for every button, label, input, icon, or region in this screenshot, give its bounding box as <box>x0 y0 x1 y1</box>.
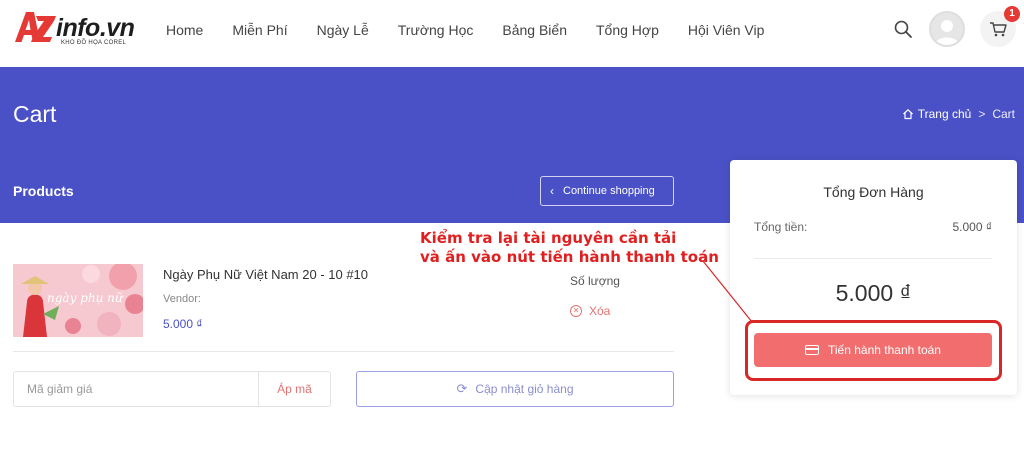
subtotal-label: Tổng tiền: <box>754 220 808 234</box>
cart-count-badge: 1 <box>1004 6 1020 22</box>
logo-text: info.vn <box>56 14 135 42</box>
product-image-text: ngày phụ nữ <box>47 291 124 305</box>
nav-tong-hop[interactable]: Tổng Hợp <box>596 22 659 38</box>
page-title: Cart <box>13 101 57 127</box>
summary-divider <box>754 258 992 259</box>
coupon-form: Áp mã <box>13 371 331 407</box>
annotation-line-2: và ấn vào nút tiến hành thanh toán <box>420 248 719 266</box>
apply-coupon-button[interactable]: Áp mã <box>258 372 330 406</box>
nav-ngay-le[interactable]: Ngày Lễ <box>317 22 369 38</box>
nav-truong-hoc[interactable]: Trường Học <box>398 22 474 38</box>
main-nav: Home Miễn Phí Ngày Lễ Trường Học Bảng Bi… <box>166 22 793 38</box>
logo-subtitle: KHO ĐỒ HỌA COREL <box>61 40 127 46</box>
summary-title: Tổng Đơn Hàng <box>823 184 924 200</box>
breadcrumb-home[interactable]: Trang chủ <box>918 107 972 121</box>
continue-shopping-label: Continue shopping <box>563 185 655 197</box>
remove-item-button[interactable]: ✕ Xóa <box>570 304 610 318</box>
remove-label: Xóa <box>589 304 611 318</box>
avatar[interactable] <box>929 11 965 47</box>
row-divider <box>13 351 674 352</box>
breadcrumb: Trang chủ > Cart <box>902 107 1015 121</box>
annotation-line-1: Kiểm tra lại tài nguyên cần tải <box>420 229 677 247</box>
home-icon <box>902 109 913 120</box>
product-image: ngày phụ nữ <box>13 264 143 337</box>
product-name[interactable]: Ngày Phụ Nữ Việt Nam 20 - 10 #10 <box>163 267 368 282</box>
search-icon[interactable] <box>893 19 913 39</box>
site-logo[interactable]: info.vn KHO ĐỒ HỌA COREL <box>12 8 136 52</box>
product-vendor: Vendor: <box>163 293 201 305</box>
quantity-label: Số lượng <box>570 274 620 288</box>
continue-shopping-button[interactable]: ‹ Continue shopping <box>540 176 674 206</box>
user-icon <box>935 20 959 45</box>
az-logo-mark <box>15 12 56 42</box>
update-cart-label: Cập nhật giỏ hàng <box>475 382 574 396</box>
nav-hoi-vien-vip[interactable]: Hội Viên Vip <box>688 22 765 38</box>
nav-mien-phi[interactable]: Miễn Phí <box>232 22 287 38</box>
product-price: 5.000 ₫ <box>163 317 203 331</box>
breadcrumb-current: Cart <box>992 107 1015 121</box>
order-total: 5.000 ₫ <box>835 280 912 306</box>
subtotal-value: 5.000 ₫ <box>952 220 992 234</box>
breadcrumb-separator-icon: > <box>978 107 986 121</box>
nav-bang-bien[interactable]: Bảng Biển <box>502 22 567 38</box>
coupon-input[interactable] <box>14 372 258 406</box>
products-heading: Products <box>13 183 74 199</box>
chevron-left-icon: ‹ <box>550 184 554 198</box>
update-cart-button[interactable]: ⟳ Cập nhật giỏ hàng <box>356 371 674 407</box>
annotation-highlight-box <box>745 320 1002 381</box>
product-thumbnail[interactable]: ngày phụ nữ <box>13 264 143 337</box>
remove-icon: ✕ <box>570 305 582 317</box>
refresh-icon: ⟳ <box>456 381 468 396</box>
nav-home[interactable]: Home <box>166 22 203 38</box>
annotation-callout: Kiểm tra lại tài nguyên cần tải và ấn và… <box>420 229 719 267</box>
site-header: info.vn KHO ĐỒ HỌA COREL Home Miễn Phí N… <box>0 0 1024 67</box>
